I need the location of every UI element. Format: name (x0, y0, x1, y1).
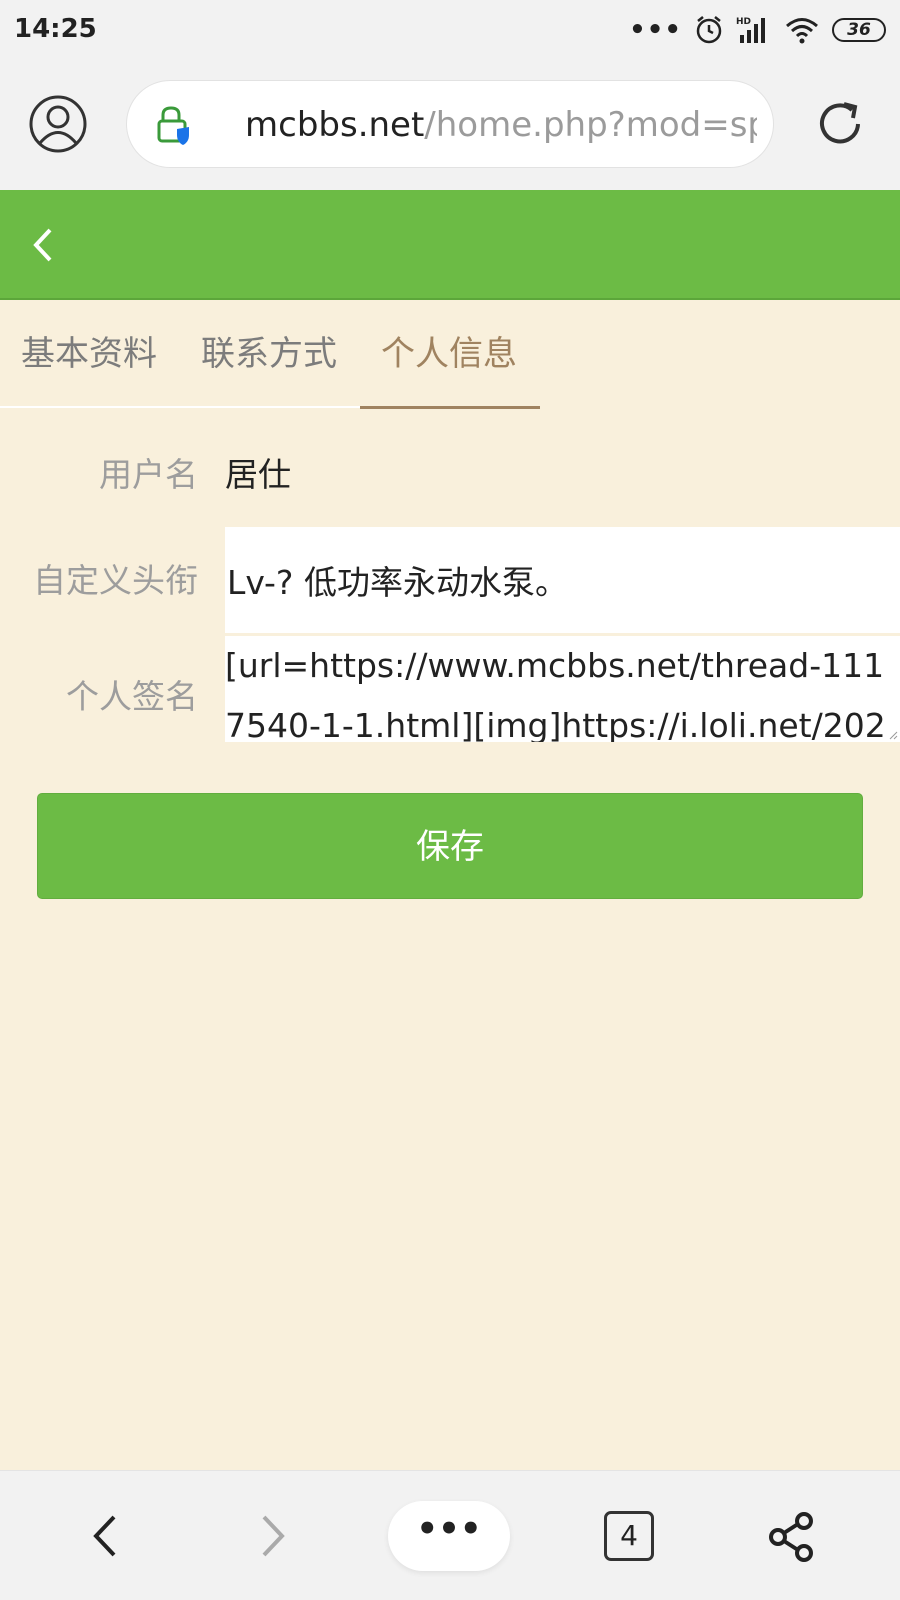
signature-textarea[interactable]: [url=https://www.mcbbs.net/thread-111754… (225, 636, 900, 742)
page-header (0, 190, 900, 300)
share-icon[interactable] (766, 1511, 818, 1563)
svg-text:HD: HD (736, 17, 751, 27)
resize-handle-icon[interactable] (888, 730, 898, 740)
tab-personal-info[interactable]: 个人信息 (381, 330, 517, 378)
signature-text: [url=https://www.mcbbs.net/thread-111754… (225, 646, 886, 742)
tab-basic-info[interactable]: 基本资料 (21, 330, 157, 378)
status-icons: ••• HD 36 (629, 14, 886, 46)
username-label: 用户名 (99, 455, 198, 494)
reload-icon[interactable] (814, 98, 866, 150)
nav-back-icon[interactable] (88, 1511, 124, 1561)
tabs-divider (0, 406, 360, 408)
signature-label: 个人签名 (66, 677, 198, 716)
back-arrow-icon[interactable] (22, 220, 62, 270)
active-tab-indicator (360, 406, 540, 409)
url-text: mcbbs.net/home.php?mod=sp (245, 103, 757, 147)
signal-icon: HD (736, 17, 765, 43)
more-menu-button[interactable]: ••• (388, 1501, 510, 1571)
nav-forward-icon[interactable] (254, 1511, 290, 1561)
url-path: /home.php?mod=sp (424, 105, 757, 145)
tabs-count-button[interactable]: 4 (604, 1511, 654, 1561)
user-avatar-icon[interactable] (28, 94, 88, 154)
lock-icon[interactable] (155, 105, 193, 145)
browser-toolbar: mcbbs.net/home.php?mod=sp (0, 60, 900, 190)
bottom-navigation: ••• 4 (0, 1470, 900, 1600)
wifi-icon (786, 18, 818, 44)
more-notifications-icon: ••• (629, 15, 682, 45)
status-bar: 14:25 ••• HD 36 (0, 0, 900, 60)
custom-title-input[interactable] (225, 527, 900, 633)
battery-indicator: 36 (832, 18, 886, 42)
custom-title-label: 自定义头衔 (33, 561, 198, 600)
url-host: mcbbs.net (245, 105, 425, 145)
alarm-icon (696, 16, 722, 44)
address-bar[interactable]: mcbbs.net/home.php?mod=sp (126, 80, 774, 168)
username-value: 居仕 (225, 455, 291, 494)
tab-contact[interactable]: 联系方式 (201, 330, 337, 378)
save-button[interactable]: 保存 (37, 793, 863, 899)
status-time: 14:25 (14, 14, 97, 44)
